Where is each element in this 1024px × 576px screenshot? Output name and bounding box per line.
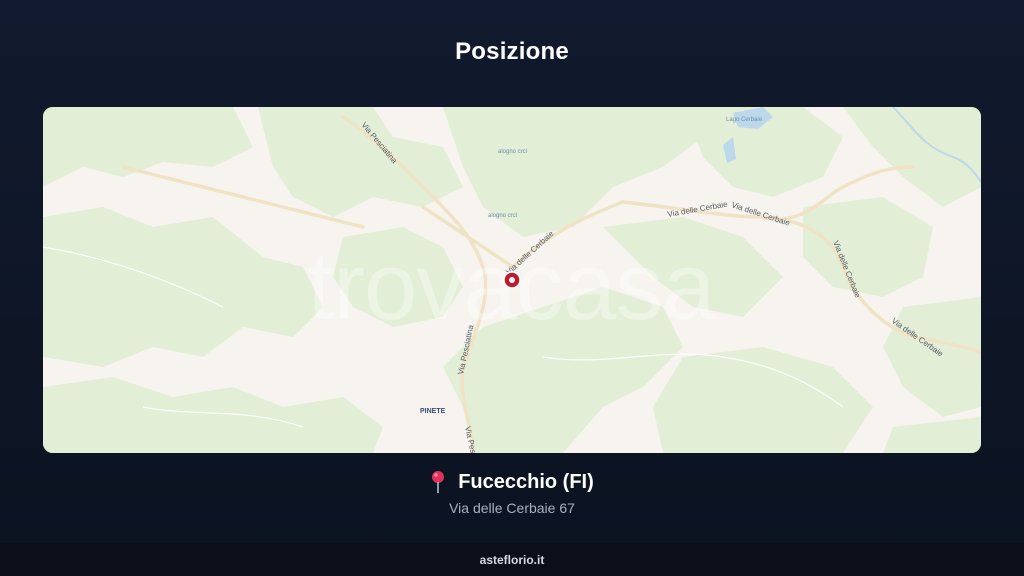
- place-label-pinete: PINETE: [420, 408, 446, 415]
- area-label-2: alogno crcl: [488, 213, 517, 219]
- footer-site-link[interactable]: asteflorio.it: [480, 553, 545, 567]
- location-marker[interactable]: [503, 271, 521, 289]
- location-row: Fucecchio (FI): [0, 470, 1024, 494]
- footer: asteflorio.it: [0, 543, 1024, 576]
- location-name: Fucecchio (FI): [458, 470, 594, 493]
- lake-label: Lago Cerbaie: [726, 117, 763, 123]
- page-title: Posizione: [455, 38, 569, 65]
- pushpin-icon: [430, 470, 446, 494]
- map-container[interactable]: Via Pesciatina Via Pesciatina Via Pesc V…: [43, 107, 981, 453]
- map-canvas[interactable]: Via Pesciatina Via Pesciatina Via Pesc V…: [43, 107, 981, 453]
- location-address: Via delle Cerbaie 67: [449, 500, 575, 516]
- area-label-1: alogno crcl: [498, 149, 527, 155]
